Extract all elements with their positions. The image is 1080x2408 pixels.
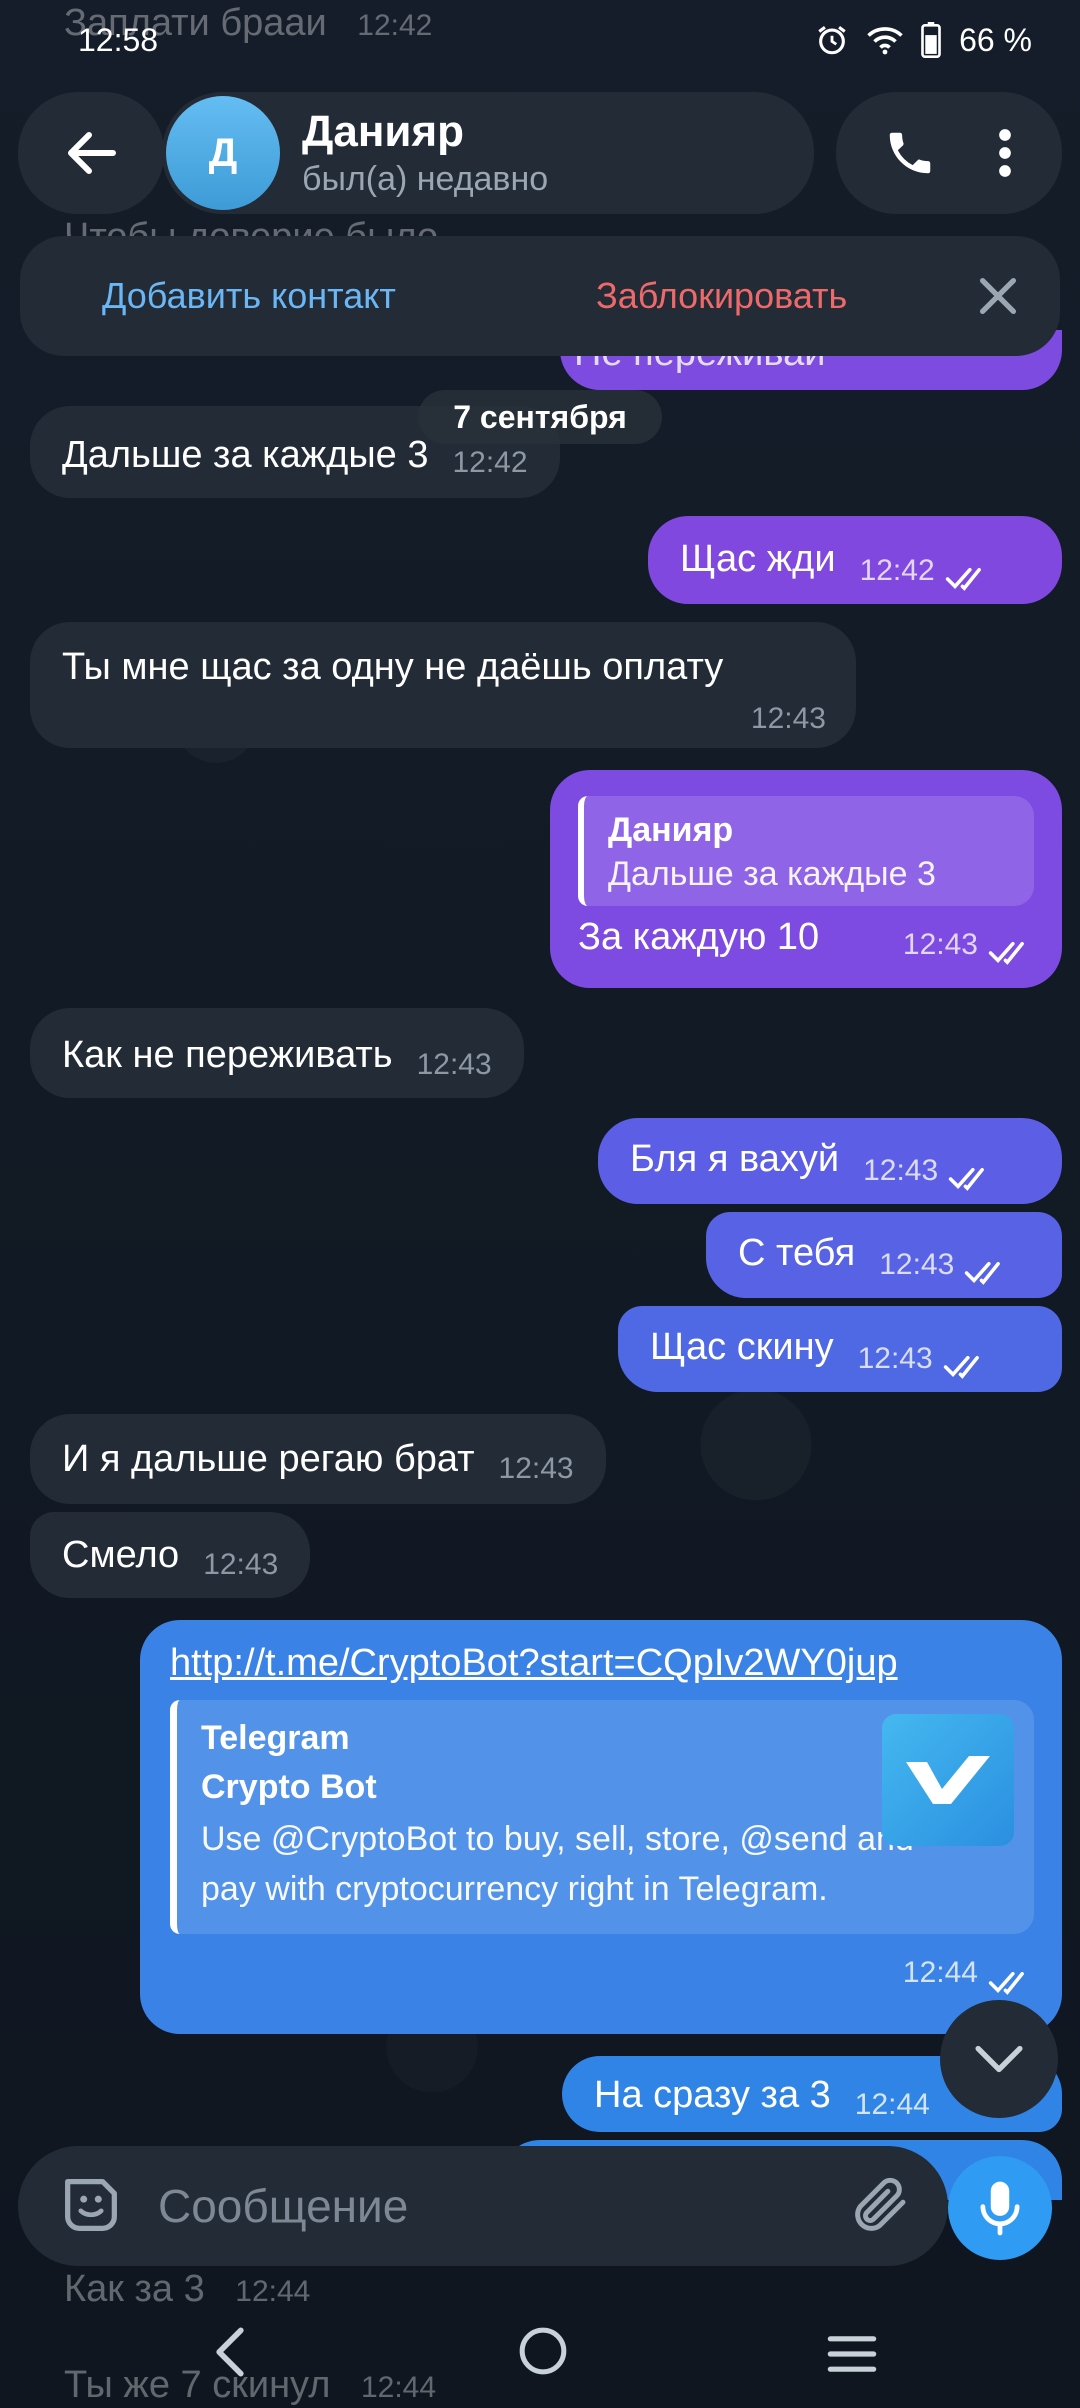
message-time: 12:44 (902, 1956, 978, 1989)
wifi-icon (867, 27, 903, 55)
battery-icon (921, 22, 941, 58)
message-time: 12:43 (879, 1248, 955, 1281)
date-separator: 7 сентября (418, 390, 662, 444)
message-outgoing[interactable]: Щас жди 12:42 (648, 516, 1062, 604)
message-input[interactable] (158, 2166, 718, 2246)
message-outgoing[interactable]: С тебя 12:43 (706, 1212, 1062, 1298)
message-time: 12:43 (863, 1154, 939, 1187)
message-text: И я дальше регаю брат (62, 1438, 475, 1480)
status-bar: 12:58 66 % (0, 0, 1080, 80)
back-button[interactable] (18, 92, 164, 214)
message-outgoing[interactable]: Бля я вахуй 12:43 (598, 1118, 1062, 1204)
message-incoming[interactable]: И я дальше регаю брат 12:43 (30, 1414, 606, 1504)
reply-author: Данияр (608, 811, 734, 849)
status-time: 12:58 (78, 21, 159, 58)
message-time: 12:43 (902, 928, 978, 961)
scroll-down-button[interactable] (940, 2000, 1058, 2118)
message-time: 12:43 (416, 1048, 492, 1081)
message-text: С тебя (738, 1232, 856, 1274)
preview-description: Use @CryptoBot to buy, sell, store, @sen… (201, 1820, 914, 1908)
microphone-icon (980, 2181, 1020, 2236)
reply-text: Дальше за каждые 3 (608, 855, 936, 893)
message-text: Как не переживать (62, 1034, 393, 1076)
more-vert-icon[interactable] (995, 126, 1015, 180)
message-incoming[interactable]: Смело 12:43 (30, 1512, 311, 1598)
link-preview[interactable]: Telegram Crypto Bot Use @CryptoBot to bu… (170, 1700, 1034, 1934)
message-outgoing-link[interactable]: http://t.me/CryptoBot?start=CQpIv2WY0jup… (140, 1620, 1062, 2034)
message-text: За каждую 10 (578, 916, 820, 958)
paperclip-icon[interactable] (848, 2172, 914, 2238)
double-check-icon (943, 1355, 979, 1379)
status-icons: 66 % (815, 22, 1032, 59)
nav-home-icon[interactable] (518, 2326, 568, 2376)
voice-record-button[interactable] (948, 2156, 1052, 2260)
message-text: Щас скину (650, 1326, 834, 1368)
arrow-left-icon (68, 132, 116, 174)
message-time: 12:42 (452, 446, 528, 479)
double-check-icon (988, 941, 1024, 965)
double-check-icon (948, 1167, 985, 1191)
message-time: 12:43 (498, 1452, 574, 1485)
message-text: Ты мне щас за одну не даёшь оплату (62, 646, 724, 688)
double-check-icon (988, 1971, 1024, 1995)
add-contact-button[interactable]: Добавить контакт (102, 275, 396, 317)
message-text: Бля я вахуй (630, 1138, 840, 1180)
sticker-icon[interactable] (56, 2170, 126, 2240)
close-icon[interactable] (976, 274, 1020, 318)
message-time: 12:43 (203, 1548, 279, 1581)
message-incoming[interactable]: Как не переживать 12:43 (30, 1008, 524, 1098)
message-time: 12:44 (854, 2088, 930, 2121)
avatar[interactable]: Д (166, 96, 280, 210)
alarm-icon (818, 26, 846, 55)
battery-percent: 66 % (959, 21, 1032, 58)
message-text: На сразу за 3 (594, 2074, 831, 2116)
message-composer (18, 2146, 948, 2266)
action-bar: Добавить контакт Заблокировать (20, 236, 1060, 356)
message-time: 12:42 (859, 554, 935, 587)
chat-title[interactable]: Д Данияр был(а) недавно (162, 92, 814, 214)
message-text: Щас жди (680, 538, 836, 580)
double-check-icon (965, 1261, 1001, 1285)
chevron-down-icon (975, 2045, 1023, 2073)
contact-status: был(а) недавно (302, 160, 549, 198)
message-time: 12:43 (857, 1342, 933, 1375)
reply-quote[interactable]: Данияр Дальше за каждые 3 (578, 796, 1034, 906)
header-actions (836, 92, 1062, 214)
title-text: Данияр был(а) недавно (302, 106, 548, 200)
message-text: Смело (62, 1534, 180, 1576)
message-link[interactable]: http://t.me/CryptoBot?start=CQpIv2WY0jup (170, 1640, 1034, 1686)
phone-icon[interactable] (883, 126, 937, 180)
cryptobot-logo (882, 1714, 1014, 1846)
block-button[interactable]: Заблокировать (596, 275, 847, 317)
contact-name: Данияр (302, 107, 464, 156)
nav-recents-icon[interactable] (826, 2334, 878, 2374)
cryptobot-logo-icon (906, 1756, 990, 1804)
system-nav-bar (0, 2300, 1080, 2408)
message-incoming[interactable]: Ты мне щас за одну не даёшь оплату 12:43 (30, 622, 856, 748)
message-text: Дальше за каждые 3 (62, 434, 429, 476)
double-check-icon (945, 567, 981, 591)
message-outgoing-reply[interactable]: Данияр Дальше за каждые 3 За каждую 10 1… (550, 770, 1062, 988)
nav-back-icon[interactable] (210, 2326, 250, 2378)
message-outgoing[interactable]: Щас скину 12:43 (618, 1306, 1062, 1392)
message-time: 12:43 (750, 702, 826, 735)
